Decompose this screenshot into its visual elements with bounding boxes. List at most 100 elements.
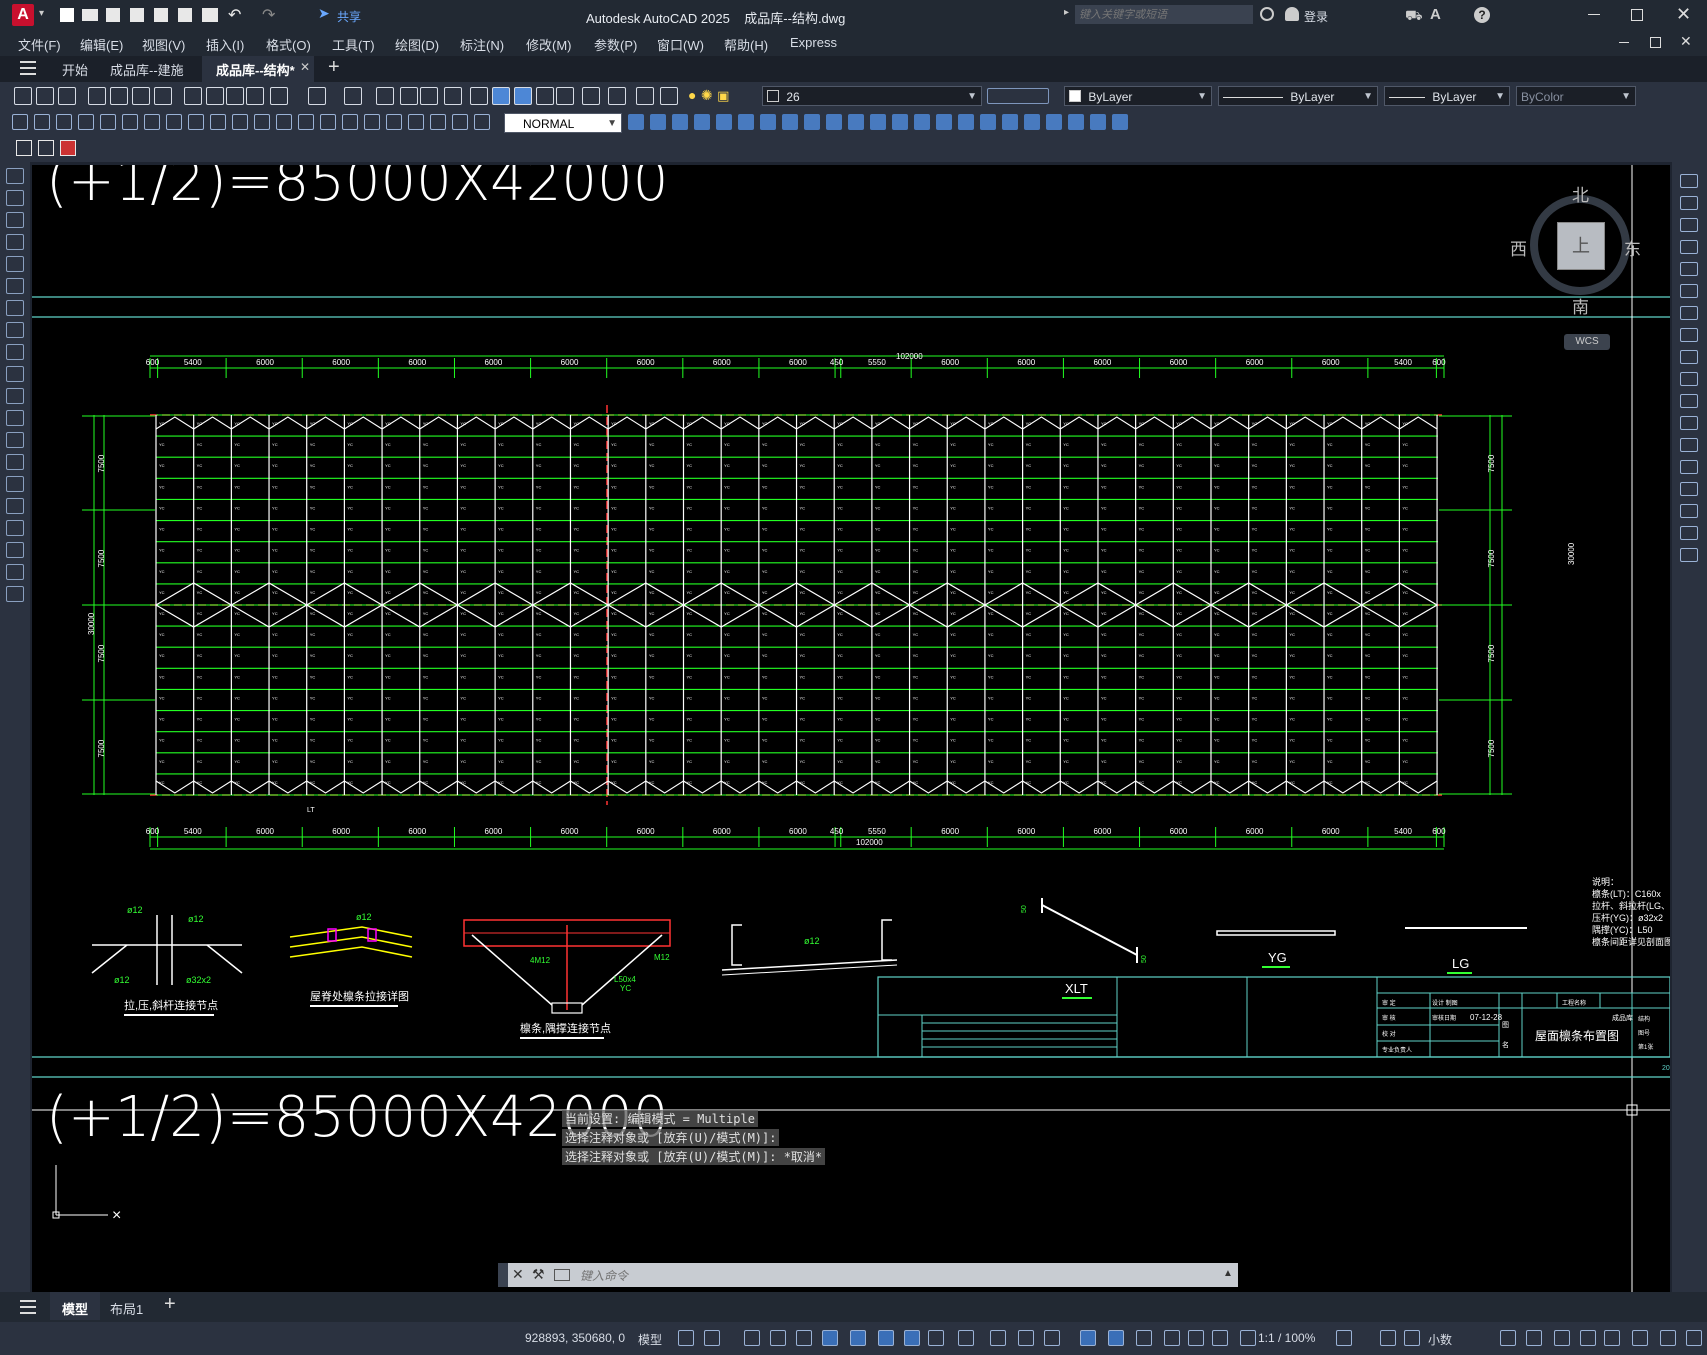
standard-tool-12-icon[interactable] [270,87,288,105]
draw-tool-15-icon[interactable] [6,476,24,492]
minimize-icon[interactable] [1588,14,1600,15]
status-toggle-12-icon[interactable] [990,1330,1006,1346]
menu-edit[interactable]: 编辑(E) [80,35,123,54]
draw-tool-10-icon[interactable] [6,366,24,382]
modify-tool-10-icon[interactable] [826,114,842,130]
standard-tool-2-icon[interactable] [36,87,54,105]
publish-icon[interactable] [154,8,168,22]
modify-tool-4-icon[interactable] [694,114,710,130]
standard-tool-24-icon[interactable] [582,87,600,105]
wcs-dropdown[interactable]: WCS [1564,334,1610,350]
menu-insert[interactable]: 插入(I) [206,35,244,54]
dimension-tool-16-icon[interactable] [342,114,358,130]
autocad-logo-icon[interactable]: A [12,4,34,26]
status-toggle-9-icon[interactable] [904,1330,920,1346]
standard-tool-25-icon[interactable] [608,87,626,105]
dimension-tool-21-icon[interactable] [452,114,468,130]
standard-tool-27-icon[interactable] [660,87,678,105]
dimension-tool-5-icon[interactable] [100,114,116,130]
modify-tool-1-icon[interactable] [628,114,644,130]
status-toggle-26-icon[interactable] [1526,1330,1542,1346]
draw-tool-5-icon[interactable] [6,256,24,272]
status-toggle-10-icon[interactable] [928,1330,944,1346]
doc-minimize-icon[interactable] [1619,42,1629,43]
status-toggle-32-icon[interactable] [1686,1330,1702,1346]
standard-tool-16-icon[interactable] [400,87,418,105]
dimension-tool-10-icon[interactable] [210,114,226,130]
draw-tool-20-icon[interactable] [6,586,24,602]
dimension-tool-14-icon[interactable] [298,114,314,130]
command-customize-icon[interactable]: ⚒ [532,1266,545,1283]
standard-tool-21-icon[interactable] [514,87,532,105]
status-toggle-18-icon[interactable] [1164,1330,1180,1346]
dimension-tool-19-icon[interactable] [408,114,424,130]
menu-window[interactable]: 窗口(W) [657,35,704,54]
draw-tool-14-icon[interactable] [6,454,24,470]
modify-tool-8-icon[interactable] [782,114,798,130]
dimension-tool-18-icon[interactable] [386,114,402,130]
modify-tool-side-5-icon[interactable] [1680,262,1698,276]
tab-structure-active[interactable]: 成品库--结构* ✕ [202,56,314,82]
lightbulb-icon[interactable]: ● [688,87,696,103]
standard-tool-9-icon[interactable] [206,87,224,105]
maximize-icon[interactable] [1631,9,1643,21]
modify-tool-side-8-icon[interactable] [1680,328,1698,342]
menu-parametric[interactable]: 参数(P) [594,35,637,54]
search-chevron-icon[interactable]: ▸ [1064,7,1069,18]
command-grip-icon[interactable] [498,1263,508,1287]
standard-tool-18-icon[interactable] [444,87,462,105]
modify-tool-23-icon[interactable] [1112,114,1128,130]
modify-tool-11-icon[interactable] [848,114,864,130]
autodesk-app-icon[interactable]: A [1430,6,1441,23]
standard-tool-20-icon[interactable] [492,87,510,105]
standard-tool-5-icon[interactable] [110,87,128,105]
tab-layout1[interactable]: 布局1 [110,1299,143,1318]
dimension-tool-9-icon[interactable] [188,114,204,130]
modify-tool-3-icon[interactable] [672,114,688,130]
draw-tool-6-icon[interactable] [6,278,24,294]
open-file-icon[interactable] [82,9,98,21]
menu-help[interactable]: 帮助(H) [724,35,768,54]
dimension-tool-1-icon[interactable] [12,114,28,130]
draw-tool-13-icon[interactable] [6,432,24,448]
modify-tool-side-6-icon[interactable] [1680,284,1698,298]
dimension-tool-3-icon[interactable] [56,114,72,130]
draw-tool-8-icon[interactable] [6,322,24,338]
standard-tool-23-icon[interactable] [556,87,574,105]
tab-close-icon[interactable]: ✕ [300,60,310,74]
modify-tool-side-14-icon[interactable] [1680,460,1698,474]
modify-tool-18-icon[interactable] [1002,114,1018,130]
lock-icon[interactable]: ▣ [717,88,729,103]
viewcube[interactable]: 上 北 南 东 西 [1510,185,1641,317]
menu-file[interactable]: 文件(F) [18,35,61,54]
layout-menu-icon[interactable] [20,1300,36,1314]
standard-tool-13-icon[interactable] [308,87,326,105]
modify-tool-14-icon[interactable] [914,114,930,130]
modify-tool-side-18-icon[interactable] [1680,548,1698,562]
modify-tool-side-7-icon[interactable] [1680,306,1698,320]
status-toggle-3-icon[interactable] [744,1330,760,1346]
viewcube-face-top[interactable]: 上 [1557,222,1605,270]
status-toggle-30-icon[interactable] [1632,1330,1648,1346]
modify-tool-side-1-icon[interactable] [1680,174,1698,188]
standard-tool-6-icon[interactable] [132,87,150,105]
modify-tool-16-icon[interactable] [958,114,974,130]
modify-tool-15-icon[interactable] [936,114,952,130]
app-menu-chevron-icon[interactable]: ▾ [39,8,44,19]
dimension-tool-4-icon[interactable] [78,114,94,130]
standard-tool-10-icon[interactable] [226,87,244,105]
dimension-tool-6-icon[interactable] [122,114,138,130]
modify-tool-side-13-icon[interactable] [1680,438,1698,452]
modify-tool-side-2-icon[interactable] [1680,196,1698,210]
edit-block-icon[interactable] [16,140,32,156]
modify-tool-side-17-icon[interactable] [1680,526,1698,540]
status-toggle-21-icon[interactable] [1240,1330,1256,1346]
status-toggle-25-icon[interactable] [1500,1330,1516,1346]
status-toggle-6-icon[interactable] [822,1330,838,1346]
standard-tool-26-icon[interactable] [636,87,654,105]
draw-tool-4-icon[interactable] [6,234,24,250]
color-dropdown[interactable]: ByLayer ▼ [1064,86,1212,106]
dimension-tool-20-icon[interactable] [430,114,446,130]
draw-tool-16-icon[interactable] [6,498,24,514]
viewcube-south[interactable]: 南 [1572,293,1589,318]
